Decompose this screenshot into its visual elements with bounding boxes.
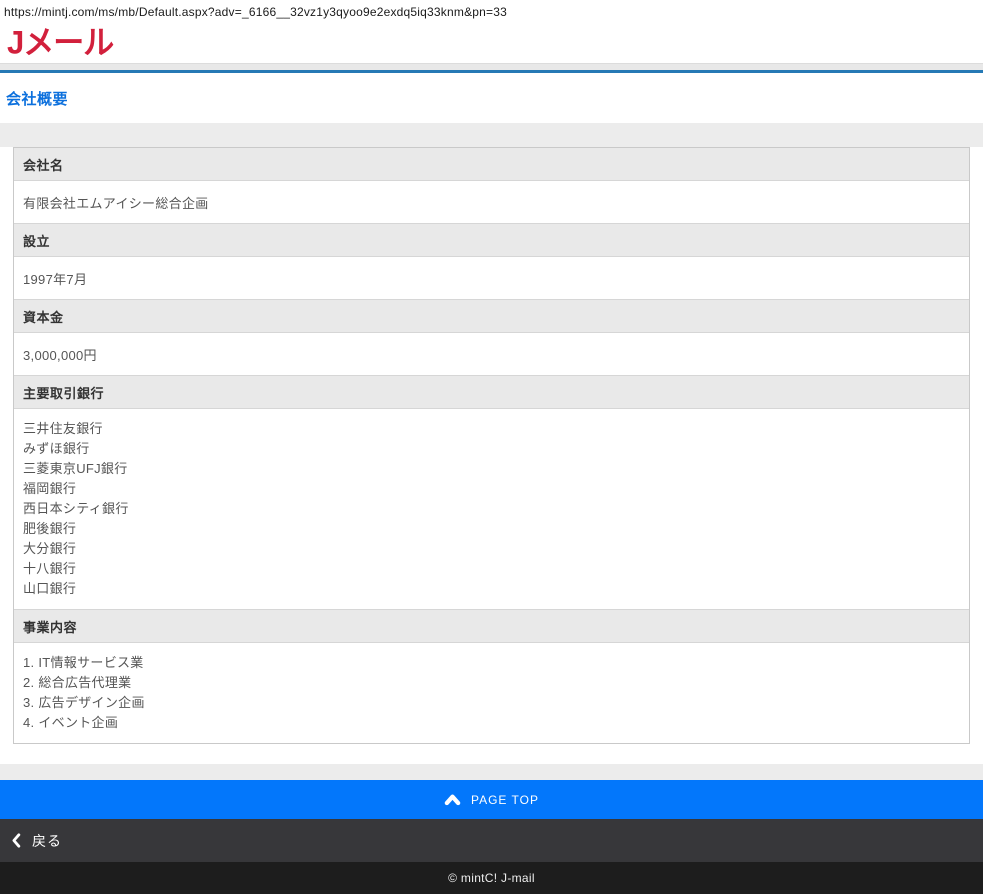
- chevron-up-icon: [444, 793, 461, 806]
- bank-line: 三井住友銀行: [23, 419, 960, 439]
- bank-line: 十八銀行: [23, 559, 960, 579]
- table-row-label-business: 事業内容: [14, 610, 969, 643]
- copyright-text: © mintC! J-mail: [448, 871, 535, 885]
- content-bottom-spacer: [0, 764, 983, 780]
- back-button[interactable]: 戻る: [0, 819, 983, 862]
- chevron-left-icon: [10, 832, 22, 849]
- jmail-logo[interactable]: Jメール: [7, 26, 113, 59]
- title-band: 会社概要: [0, 73, 983, 123]
- business-line: 3. 広告デザイン企画: [23, 693, 960, 713]
- table-row-label-company-name: 会社名: [14, 148, 969, 181]
- table-row-value-company-name: 有限会社エムアイシー総合企画: [14, 181, 969, 224]
- table-row-label-established: 設立: [14, 224, 969, 257]
- bank-line: 山口銀行: [23, 579, 960, 599]
- bank-line: 西日本シティ銀行: [23, 499, 960, 519]
- table-row-value-established: 1997年7月: [14, 257, 969, 300]
- site-header: Jメール: [0, 21, 983, 63]
- page-top-button[interactable]: PAGE TOP: [0, 780, 983, 819]
- bank-line: 大分銀行: [23, 539, 960, 559]
- bank-line: 肥後銀行: [23, 519, 960, 539]
- bank-line: 三菱東京UFJ銀行: [23, 459, 960, 479]
- page-title: 会社概要: [6, 91, 68, 108]
- page-top-label: PAGE TOP: [471, 793, 539, 807]
- content-top-spacer: [0, 123, 983, 147]
- header-divider-strip: [0, 63, 983, 70]
- table-row-value-capital: 3,000,000円: [14, 333, 969, 376]
- business-line: 2. 総合広告代理業: [23, 673, 960, 693]
- table-row-value-banks: 三井住友銀行 みずほ銀行 三菱東京UFJ銀行 福岡銀行 西日本シティ銀行 肥後銀…: [14, 409, 969, 610]
- table-row-value-business: 1. IT情報サービス業 2. 総合広告代理業 3. 広告デザイン企画 4. イ…: [14, 643, 969, 743]
- content-bottom-gap: [0, 744, 983, 764]
- back-label: 戻る: [32, 831, 62, 851]
- company-overview-table: 会社名 有限会社エムアイシー総合企画 設立 1997年7月 資本金 3,000,…: [13, 147, 970, 744]
- business-line: 1. IT情報サービス業: [23, 653, 960, 673]
- table-row-label-banks: 主要取引銀行: [14, 376, 969, 409]
- business-line: 4. イベント企画: [23, 713, 960, 733]
- table-row-label-capital: 資本金: [14, 300, 969, 333]
- bank-line: みずほ銀行: [23, 439, 960, 459]
- page-url-text: https://mintj.com/ms/mb/Default.aspx?adv…: [0, 0, 983, 21]
- bank-line: 福岡銀行: [23, 479, 960, 499]
- site-footer: © mintC! J-mail: [0, 862, 983, 894]
